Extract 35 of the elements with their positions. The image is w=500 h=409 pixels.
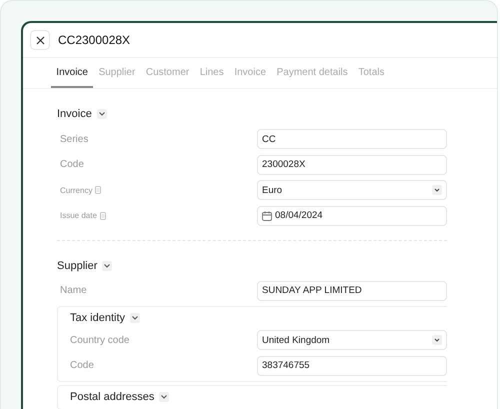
chevron-down-icon: [432, 185, 442, 195]
collapse-button[interactable]: [159, 392, 170, 402]
close-icon: [36, 36, 44, 44]
field-label: Series: [60, 134, 88, 144]
input-field[interactable]: 383746755: [257, 356, 447, 376]
section-title: Supplier: [57, 260, 98, 272]
document-icon: [100, 212, 106, 220]
close-button[interactable]: [30, 30, 50, 50]
select-field[interactable]: Euro: [257, 180, 447, 200]
field-label: Issue date: [60, 211, 97, 220]
input-field[interactable]: CC: [257, 129, 447, 149]
section-title: Invoice: [57, 108, 92, 120]
field-label: Currency: [60, 186, 92, 194]
date-field[interactable]: 08/04/2024: [257, 206, 447, 226]
chevron-down-icon: [161, 395, 168, 399]
select-field[interactable]: United Kingdom: [257, 330, 447, 350]
collapse-button[interactable]: [102, 260, 112, 270]
input-field[interactable]: 2300028X: [257, 154, 447, 174]
collapse-button[interactable]: [96, 109, 107, 119]
group-title: Postal addresses: [70, 391, 154, 403]
field-label: Name: [60, 285, 87, 296]
chevron-down-icon: [432, 335, 442, 345]
group-title: Tax identity: [70, 312, 126, 324]
tab[interactable]: Invoice: [51, 58, 94, 88]
field-label: Code: [70, 360, 94, 371]
field-label: Country code: [70, 334, 130, 346]
collapse-button[interactable]: [130, 313, 140, 323]
chevron-down-icon: [104, 264, 110, 268]
document-icon: [95, 186, 102, 194]
chevron-down-icon: [132, 316, 138, 320]
chevron-down-icon: [98, 112, 105, 116]
input-field[interactable]: SUNDAY APP LIMITED: [257, 280, 447, 300]
calendar-icon: [262, 210, 272, 220]
window-title: CC2300028X: [58, 33, 130, 47]
field-label: Code: [60, 159, 84, 170]
